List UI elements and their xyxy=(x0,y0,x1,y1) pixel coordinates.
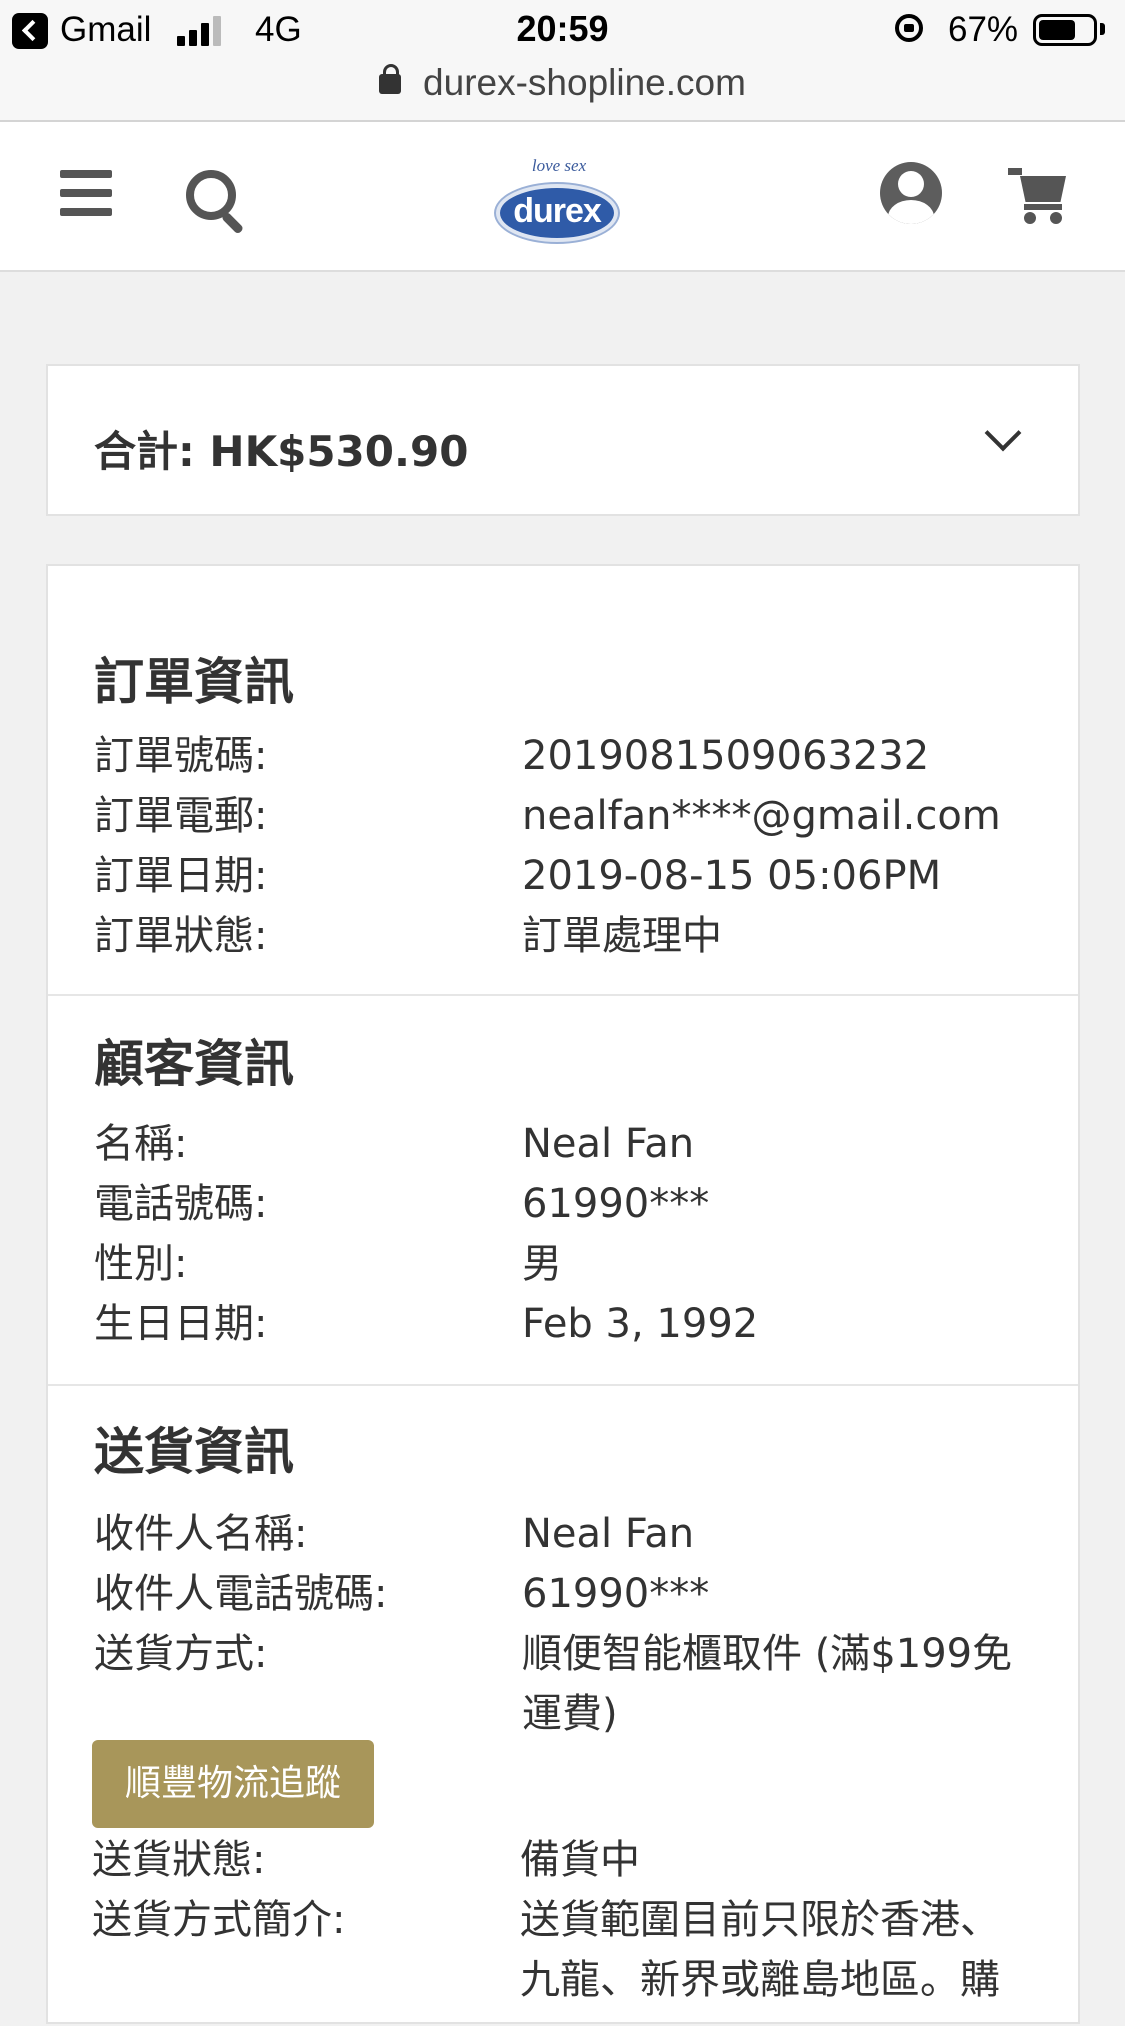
row-label: 名稱: xyxy=(94,1121,188,1167)
row-label: 送貨狀態: xyxy=(92,1837,266,1883)
customer-info-section: 顧客資訊 名稱: Neal Fan 電話號碼: 61990*** 性別: 男 生… xyxy=(48,994,1078,1384)
account-icon[interactable] xyxy=(880,162,942,224)
row-label: 性別: xyxy=(94,1241,188,1287)
order-total: 合計: HK$530.90 xyxy=(94,427,469,476)
row-label: 訂單日期: xyxy=(94,853,268,899)
rotation-lock-icon xyxy=(895,14,923,42)
recipient-name: Neal Fan xyxy=(522,1511,695,1557)
battery-icon xyxy=(1033,14,1097,46)
logo-brand: durex xyxy=(513,192,602,230)
delivery-description: 送貨範圍目前只限於香港、九龍、新界或離島地區。購 xyxy=(520,1897,1000,2003)
row-label: 送貨方式簡介: xyxy=(92,1897,346,1943)
row-label: 送貨方式: xyxy=(94,1631,268,1677)
order-info-title: 訂單資訊 xyxy=(94,653,294,711)
order-date: 2019-08-15 05:06PM xyxy=(522,853,942,899)
order-info-section: 訂單資訊 訂單號碼: 2019081509063232 訂單電郵: nealfa… xyxy=(48,566,1078,994)
row-label: 生日日期: xyxy=(94,1301,268,1347)
row-label: 電話號碼: xyxy=(94,1181,268,1227)
customer-phone: 61990*** xyxy=(522,1181,710,1227)
site-header: love sex durex xyxy=(0,122,1125,272)
row-label: 訂單狀態: xyxy=(94,913,268,959)
chevron-down-icon[interactable] xyxy=(984,414,1022,452)
customer-info-title: 顧客資訊 xyxy=(94,1035,294,1093)
order-status: 訂單處理中 xyxy=(522,913,722,959)
order-email: nealfan****@gmail.com xyxy=(522,793,1001,839)
order-number: 2019081509063232 xyxy=(522,733,930,779)
delivery-info-title: 送貨資訊 xyxy=(94,1423,294,1481)
lock-icon xyxy=(379,64,402,94)
customer-birthday: Feb 3, 1992 xyxy=(522,1301,759,1347)
battery-cap xyxy=(1100,23,1105,35)
status-bar: Gmail 4G 20:59 67% xyxy=(0,0,1125,62)
recipient-phone: 61990*** xyxy=(522,1571,710,1617)
search-icon[interactable] xyxy=(186,170,245,235)
sf-tracking-button[interactable]: 順豐物流追蹤 xyxy=(92,1740,374,1828)
battery-percent: 67% xyxy=(948,10,1019,49)
row-label: 收件人名稱: xyxy=(94,1511,308,1557)
delivery-status: 備貨中 xyxy=(520,1837,640,1883)
logo-tagline: love sex xyxy=(531,156,587,175)
hamburger-menu-icon[interactable] xyxy=(60,170,112,216)
cart-icon[interactable] xyxy=(1008,166,1070,226)
customer-name: Neal Fan xyxy=(522,1121,695,1167)
row-label: 收件人電話號碼: xyxy=(94,1571,388,1617)
durex-logo[interactable]: love sex durex xyxy=(492,144,626,252)
delivery-method: 順便智能櫃取件 (滿$199免運費) xyxy=(522,1631,1013,1737)
row-label: 訂單電郵: xyxy=(94,793,268,839)
url-text[interactable]: durex-shopline.com xyxy=(423,62,746,103)
row-label: 訂單號碼: xyxy=(94,733,268,779)
address-bar[interactable]: durex-shopline.com xyxy=(0,62,1125,122)
order-total-toggle[interactable]: 合計: HK$530.90 xyxy=(46,364,1080,516)
customer-gender: 男 xyxy=(522,1241,562,1287)
